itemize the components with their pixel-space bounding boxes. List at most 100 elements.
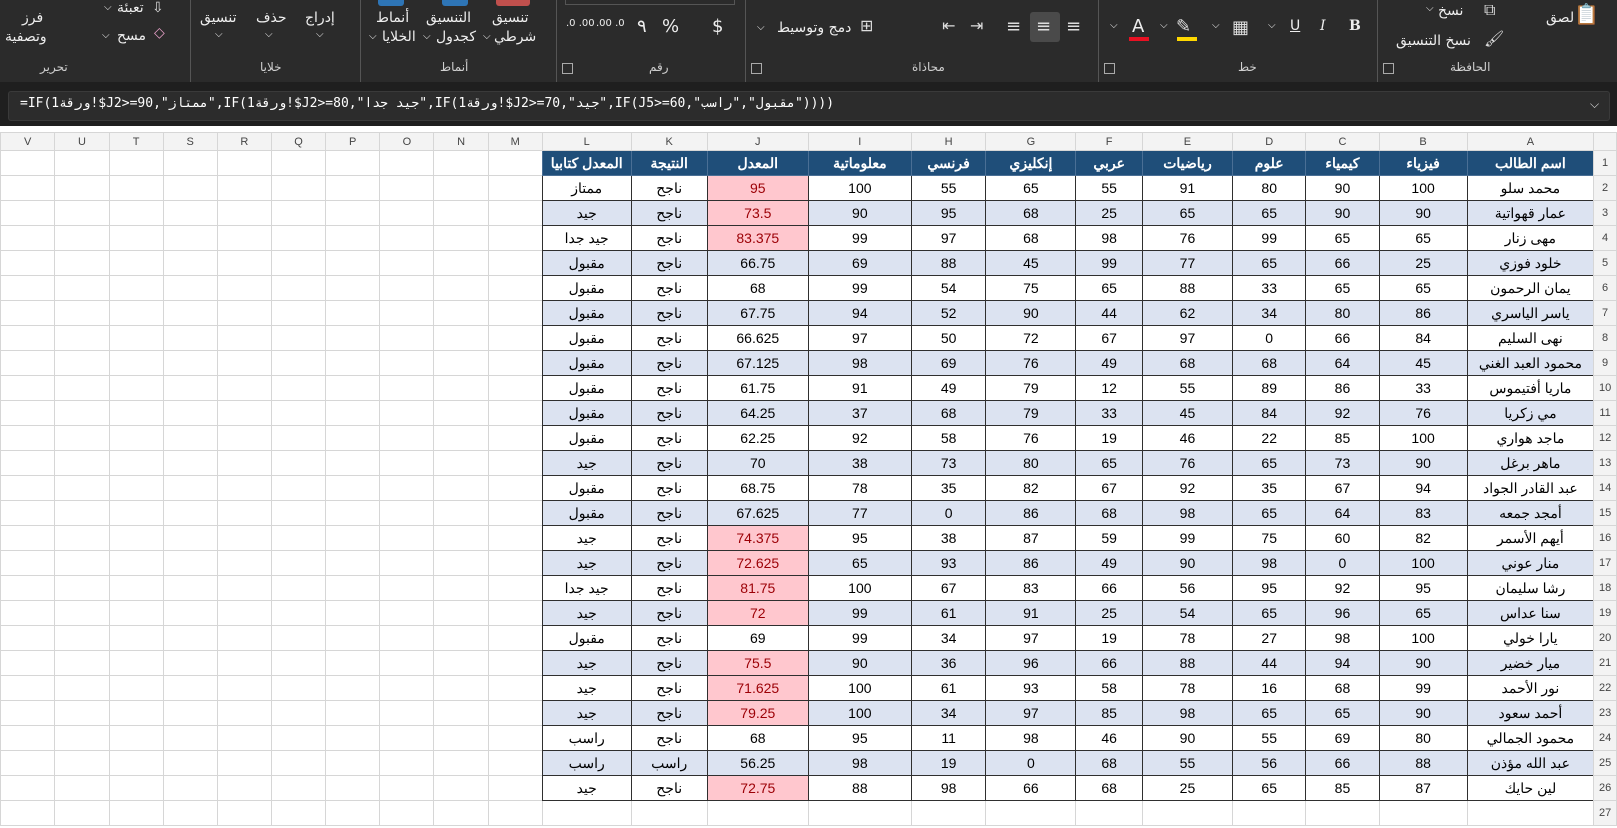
cell-science[interactable]: 98 bbox=[1232, 550, 1307, 576]
row-header[interactable]: 26 bbox=[1593, 775, 1617, 801]
cell-french[interactable]: 54 bbox=[910, 275, 987, 301]
empty-cell[interactable] bbox=[379, 475, 435, 501]
cell-physics[interactable]: 94 bbox=[1378, 475, 1468, 501]
empty-cell[interactable] bbox=[108, 525, 164, 551]
empty-cell[interactable] bbox=[325, 375, 381, 401]
empty-cell[interactable] bbox=[162, 800, 218, 826]
empty-cell[interactable] bbox=[487, 400, 543, 426]
cell-styles-label-2[interactable]: الخلايا bbox=[382, 29, 416, 45]
cell-french[interactable]: 73 bbox=[910, 450, 987, 476]
cell-name[interactable]: مي زكريا bbox=[1466, 400, 1595, 426]
empty-cell[interactable] bbox=[433, 250, 489, 276]
cell-arabic[interactable]: 65 bbox=[1075, 450, 1143, 476]
cell-english[interactable]: 97 bbox=[985, 625, 1077, 651]
empty-cell[interactable] bbox=[216, 675, 272, 701]
empty-cell[interactable] bbox=[108, 500, 164, 526]
empty-cell[interactable] bbox=[1232, 800, 1307, 826]
empty-cell[interactable] bbox=[270, 200, 327, 226]
cell-arabic[interactable]: 49 bbox=[1075, 550, 1143, 576]
cell-french[interactable]: 34 bbox=[910, 625, 987, 651]
cell-physics[interactable]: 90 bbox=[1378, 700, 1468, 726]
chevron-down-icon[interactable]: ⌵ bbox=[1212, 20, 1220, 31]
cell-physics[interactable]: 45 bbox=[1378, 350, 1468, 376]
empty-cell[interactable] bbox=[325, 225, 381, 251]
cell-english[interactable]: 45 bbox=[985, 250, 1077, 276]
decrease-decimal-button[interactable]: .0 .00 bbox=[566, 18, 595, 29]
align-right-icon[interactable]: ≡ bbox=[1066, 16, 1081, 37]
clear-button[interactable]: مسح bbox=[117, 28, 146, 44]
empty-cell[interactable] bbox=[0, 775, 56, 801]
cell-science[interactable]: 27 bbox=[1232, 625, 1307, 651]
cell-name[interactable]: خلود فوزي bbox=[1466, 250, 1595, 276]
cell-french[interactable]: 19 bbox=[910, 750, 987, 776]
empty-cell[interactable] bbox=[1075, 800, 1143, 826]
cell-physics[interactable]: 95 bbox=[1378, 575, 1468, 601]
empty-cell[interactable] bbox=[270, 650, 327, 676]
sort-filter-label-1[interactable]: فرز bbox=[22, 10, 43, 26]
empty-cell[interactable] bbox=[216, 775, 272, 801]
cell-result[interactable]: ناجح bbox=[630, 425, 708, 451]
cell-name[interactable]: محمود العبد الغني bbox=[1466, 350, 1595, 376]
cell-it[interactable]: 98 bbox=[807, 750, 912, 776]
empty-cell[interactable] bbox=[216, 150, 272, 176]
empty-cell[interactable] bbox=[433, 275, 489, 301]
cell-grade[interactable]: مقبول bbox=[541, 350, 632, 376]
cell-result[interactable]: ناجح bbox=[630, 350, 708, 376]
empty-cell[interactable] bbox=[270, 475, 327, 501]
empty-cell[interactable] bbox=[379, 375, 435, 401]
empty-cell[interactable] bbox=[379, 525, 435, 551]
table-header-cell[interactable]: المعدل bbox=[706, 150, 809, 176]
cell-result[interactable]: ناجح bbox=[630, 725, 708, 751]
empty-cell[interactable] bbox=[216, 400, 272, 426]
cell-math[interactable]: 25 bbox=[1141, 775, 1234, 801]
cell-math[interactable]: 62 bbox=[1141, 300, 1234, 326]
cell-it[interactable]: 100 bbox=[807, 700, 912, 726]
empty-cell[interactable] bbox=[0, 450, 56, 476]
increase-decimal-button[interactable]: .00 .0 bbox=[596, 18, 625, 29]
paste-icon[interactable]: 📋 bbox=[1574, 2, 1599, 26]
empty-cell[interactable] bbox=[54, 600, 110, 626]
cell-name[interactable]: ماهر برغل bbox=[1466, 450, 1595, 476]
empty-cell[interactable] bbox=[270, 400, 327, 426]
empty-cell[interactable] bbox=[162, 500, 218, 526]
cell-it[interactable]: 100 bbox=[807, 575, 912, 601]
empty-cell[interactable] bbox=[108, 375, 164, 401]
row-header[interactable]: 27 bbox=[1593, 800, 1617, 826]
cell-name[interactable]: أمجد جمعه bbox=[1466, 500, 1595, 526]
empty-cell[interactable] bbox=[910, 800, 987, 826]
empty-cell[interactable] bbox=[216, 225, 272, 251]
cell-arabic[interactable]: 44 bbox=[1075, 300, 1143, 326]
cell-english[interactable]: 86 bbox=[985, 550, 1077, 576]
delete-button[interactable]: حذف bbox=[256, 10, 287, 26]
chevron-down-icon[interactable]: ⌵ bbox=[215, 29, 223, 40]
empty-cell[interactable] bbox=[216, 325, 272, 351]
table-header-cell[interactable]: فرنسي bbox=[910, 150, 987, 176]
empty-cell[interactable] bbox=[216, 550, 272, 576]
cell-avg[interactable]: 62.25 bbox=[706, 425, 809, 451]
empty-cell[interactable] bbox=[0, 350, 56, 376]
empty-cell[interactable] bbox=[54, 625, 110, 651]
row-header[interactable]: 8 bbox=[1593, 325, 1617, 351]
cell-arabic[interactable]: 59 bbox=[1075, 525, 1143, 551]
cell-grade[interactable]: مقبول bbox=[541, 625, 632, 651]
cell-english[interactable]: 87 bbox=[985, 525, 1077, 551]
empty-cell[interactable] bbox=[162, 575, 218, 601]
empty-cell[interactable] bbox=[0, 800, 56, 826]
format-painter-icon[interactable]: 🖌 bbox=[1484, 29, 1504, 48]
empty-cell[interactable] bbox=[270, 700, 327, 726]
cell-name[interactable]: رشا سليمان bbox=[1466, 575, 1595, 601]
empty-cell[interactable] bbox=[162, 775, 218, 801]
cell-chemistry[interactable]: 65 bbox=[1305, 275, 1380, 301]
cell-math[interactable]: 92 bbox=[1141, 475, 1234, 501]
empty-cell[interactable] bbox=[270, 325, 327, 351]
highlight-icon[interactable]: ✎ bbox=[1176, 16, 1191, 37]
column-header[interactable]: L bbox=[541, 132, 632, 151]
empty-cell[interactable] bbox=[325, 250, 381, 276]
cell-result[interactable]: ناجح bbox=[630, 600, 708, 626]
cell-name[interactable]: محمود الجمالي bbox=[1466, 725, 1595, 751]
cell-physics[interactable]: 65 bbox=[1378, 600, 1468, 626]
empty-cell[interactable] bbox=[216, 750, 272, 776]
row-header[interactable]: 6 bbox=[1593, 275, 1617, 301]
cell-it[interactable]: 77 bbox=[807, 500, 912, 526]
cell-english[interactable]: 97 bbox=[985, 700, 1077, 726]
